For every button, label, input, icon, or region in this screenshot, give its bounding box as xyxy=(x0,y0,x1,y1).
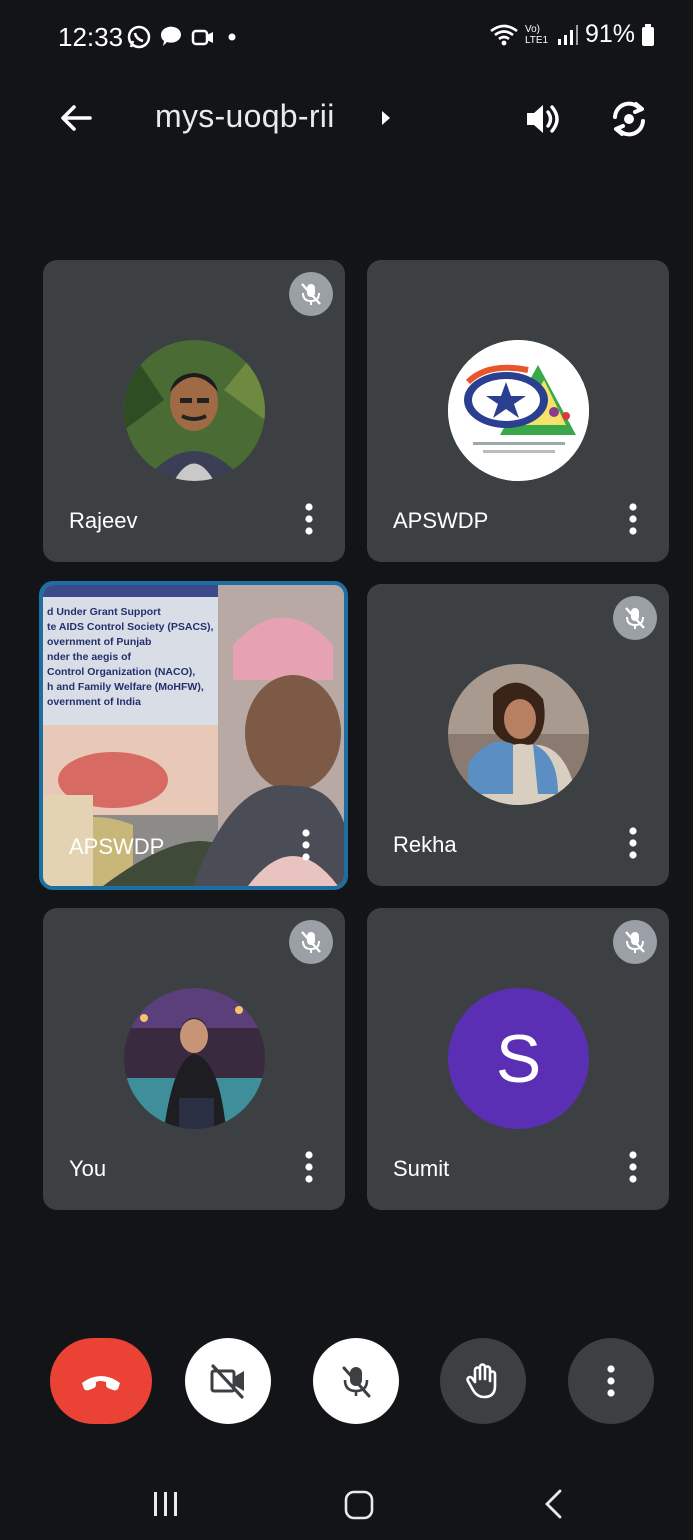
caret-right-icon[interactable] xyxy=(379,108,393,128)
more-vert-icon[interactable] xyxy=(303,1150,315,1184)
wifi-icon xyxy=(490,24,518,45)
whatsapp-icon xyxy=(127,25,151,49)
participant-tile-sumit[interactable]: S Sumit xyxy=(367,908,669,1210)
more-vert-icon xyxy=(607,1365,615,1397)
top-bar: mys-uoqb-rii xyxy=(0,86,693,150)
avatar-you xyxy=(124,988,265,1129)
participant-tile-apswdp[interactable]: APSWDP xyxy=(367,260,669,562)
hand-raise-icon xyxy=(466,1363,497,1399)
camera-toggle-button[interactable] xyxy=(185,1338,271,1424)
signal-icon xyxy=(557,24,578,45)
participant-tile-you[interactable]: You xyxy=(43,908,345,1210)
participant-tile-rajeev[interactable]: Rajeev xyxy=(43,260,345,562)
status-bar: 12:33 Vo) LTE1 91% xyxy=(0,0,693,78)
more-vert-icon[interactable] xyxy=(303,502,315,536)
mic-off-icon xyxy=(289,920,333,964)
more-options-button[interactable] xyxy=(568,1338,654,1424)
avatar-apswdp-logo xyxy=(448,340,589,481)
mic-off-icon xyxy=(613,920,657,964)
banner-text: d Under Grant Support te AIDS Control So… xyxy=(47,606,214,708)
participant-name: APSWDP xyxy=(69,834,165,859)
meeting-code[interactable]: mys-uoqb-rii xyxy=(155,98,335,135)
battery-percent: 91% xyxy=(584,20,635,48)
notification-icons xyxy=(126,24,242,50)
participant-name: Rekha xyxy=(393,832,457,857)
speaker-button[interactable] xyxy=(521,98,563,140)
recents-icon[interactable] xyxy=(150,1488,182,1520)
participant-name: Sumit xyxy=(393,1156,450,1181)
more-vert-icon[interactable] xyxy=(627,1150,639,1184)
chat-bubble-icon xyxy=(160,26,181,46)
system-nav-bar xyxy=(0,1466,693,1540)
back-button[interactable] xyxy=(56,98,96,138)
status-time: 12:33 xyxy=(58,22,124,52)
participant-name: Rajeev xyxy=(69,508,138,533)
network-label: Vo) LTE1 xyxy=(524,23,549,46)
battery-icon xyxy=(642,23,654,46)
mic-off-icon xyxy=(342,1366,371,1398)
more-vert-icon[interactable] xyxy=(627,502,639,536)
avatar-rekha xyxy=(448,664,589,805)
avatar-rajeev xyxy=(124,340,265,481)
end-call-button[interactable] xyxy=(50,1338,152,1424)
home-icon[interactable] xyxy=(344,1490,374,1520)
speaker-icon xyxy=(527,105,559,133)
participant-name: You xyxy=(69,1156,107,1181)
dot-icon xyxy=(228,33,236,41)
phone-hangup-icon xyxy=(82,1376,120,1391)
arrow-left-icon xyxy=(61,105,92,131)
participant-tile-apswdp-video[interactable]: d Under Grant Support te AIDS Control So… xyxy=(39,581,348,890)
call-controls xyxy=(0,1338,693,1426)
more-vert-icon[interactable] xyxy=(627,826,639,860)
mic-toggle-button[interactable] xyxy=(313,1338,399,1424)
status-right: Vo) LTE1 91% xyxy=(489,20,655,49)
mic-off-icon xyxy=(613,596,657,640)
video-off-icon xyxy=(210,1364,244,1399)
participant-name: APSWDP xyxy=(393,508,489,533)
avatar-initial: S xyxy=(448,988,589,1129)
participant-tile-rekha[interactable]: Rekha xyxy=(367,584,669,886)
nav-back-icon[interactable] xyxy=(543,1488,565,1520)
more-vert-icon[interactable] xyxy=(300,828,312,862)
switch-camera-button[interactable] xyxy=(606,96,652,142)
switch-camera-icon xyxy=(613,101,645,137)
raise-hand-button[interactable] xyxy=(440,1338,526,1424)
mic-off-icon xyxy=(289,272,333,316)
video-call-icon xyxy=(191,29,213,46)
